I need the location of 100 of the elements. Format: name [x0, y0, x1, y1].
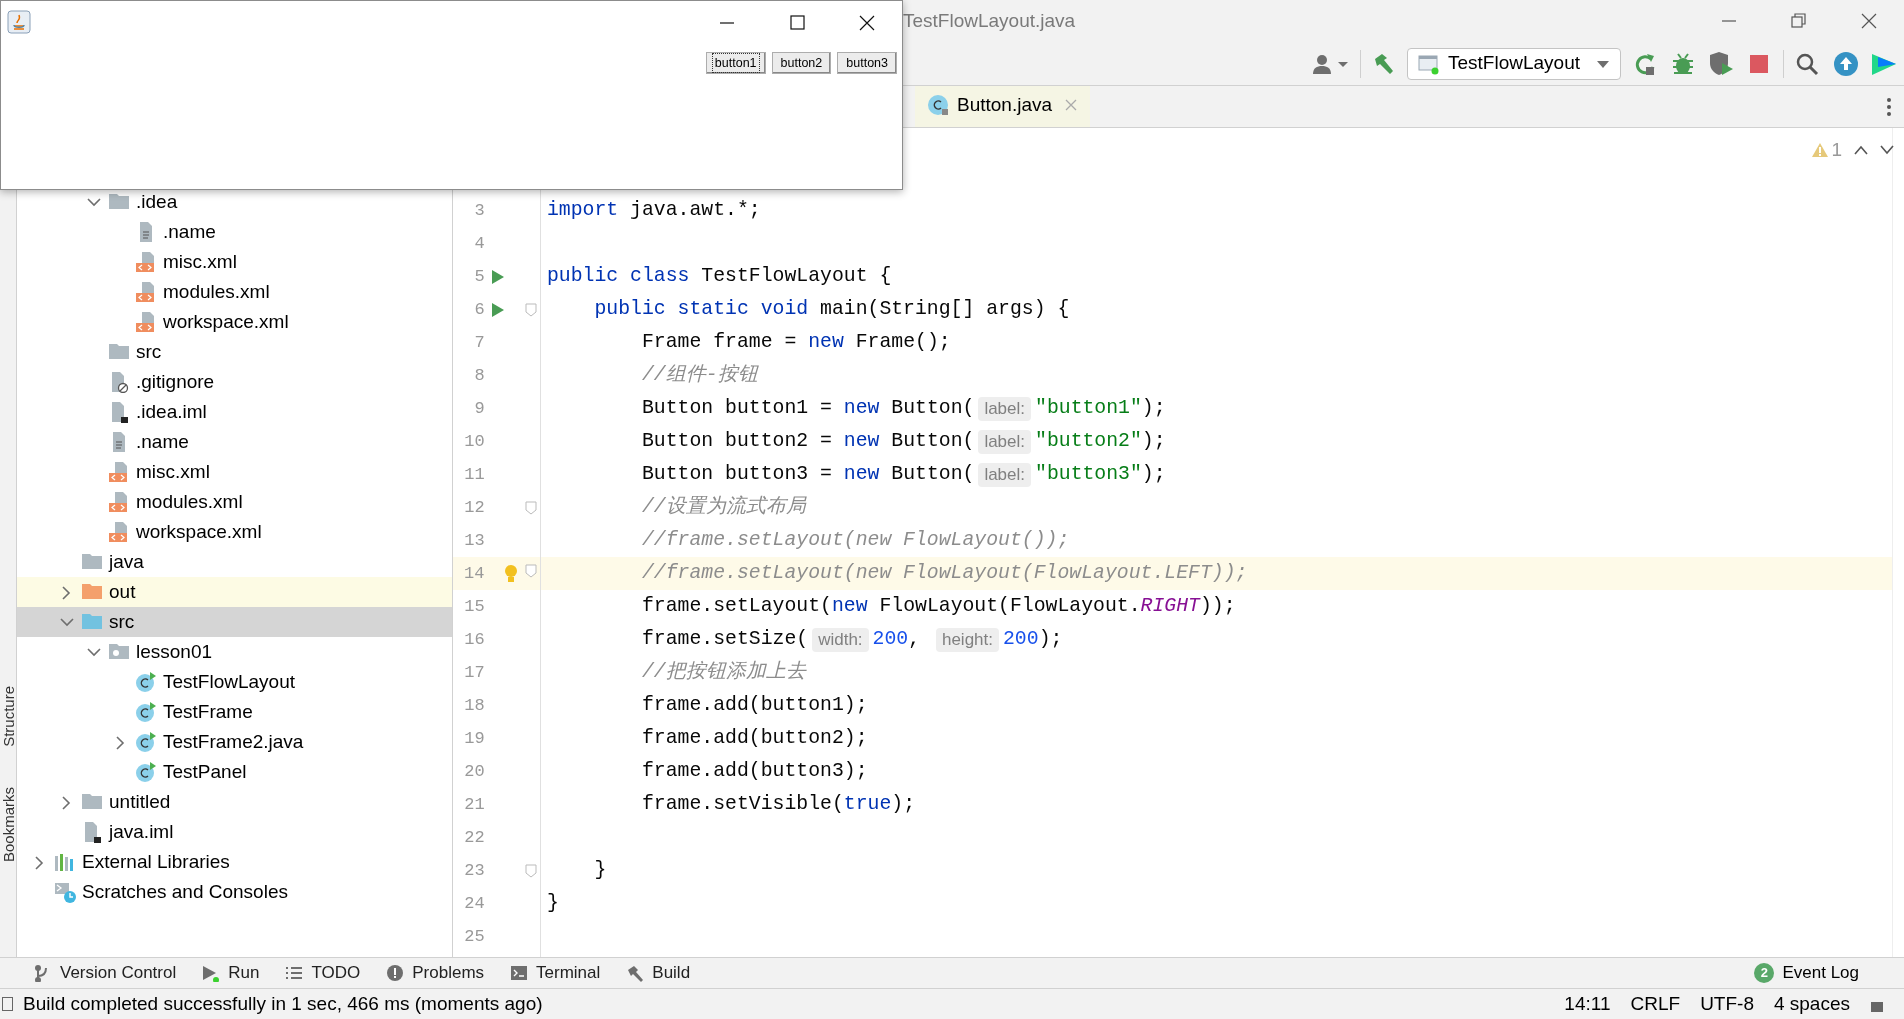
tool-window-tab[interactable]: Bookmarks — [0, 786, 16, 862]
class-icon — [135, 701, 157, 723]
class-icon — [135, 671, 157, 693]
run-icon[interactable] — [491, 268, 506, 285]
coverage-icon[interactable] — [1707, 50, 1735, 77]
status-item[interactable]: CRLF — [1630, 989, 1681, 1019]
panel-toggle-icon[interactable] — [2, 997, 13, 1011]
awt-button[interactable]: button3 — [837, 52, 897, 74]
code-line: Button button3 = new Button( label: "button3"); — [640, 461, 1167, 489]
close-icon[interactable] — [1064, 98, 1079, 112]
line-number: 16 — [463, 628, 485, 651]
line-number: 18 — [463, 694, 485, 717]
line-number: 10 — [463, 430, 485, 453]
code-line: Button button1 = new Button( label: "button1"); — [640, 395, 1167, 423]
code-line: Frame frame = new Frame(); — [640, 329, 952, 355]
list-icon — [285, 964, 304, 982]
line-number: 7 — [473, 331, 485, 354]
line-number: 22 — [463, 826, 485, 849]
status-message: Build completed successfully in 1 sec, 466 ms (moments ago) — [23, 991, 543, 1016]
parameter-hint: label: — [978, 396, 1031, 421]
code-line: //设置为流式布局 — [640, 494, 808, 520]
code-line: frame.add(button1); — [640, 692, 869, 718]
line-number: 12 — [463, 496, 485, 519]
tree-item[interactable]: src — [17, 607, 452, 637]
line-number: 23 — [463, 859, 485, 882]
line-number: 17 — [463, 661, 485, 684]
warning-count: 1 — [1831, 138, 1842, 162]
line-number: 8 — [473, 364, 485, 387]
line-number: 9 — [473, 397, 485, 420]
code-line: frame.add(button2); — [640, 725, 869, 751]
line-number: 5 — [473, 265, 485, 288]
line-number: 11 — [463, 463, 485, 486]
terminal-icon — [510, 964, 529, 982]
scratches-icon — [54, 881, 76, 903]
run-icon — [202, 964, 221, 982]
parameter-hint: label: — [978, 462, 1031, 487]
line-number: 14 — [463, 562, 485, 585]
awt-button[interactable]: button2 — [771, 52, 832, 74]
code-line: } — [593, 857, 608, 883]
class-icon — [135, 731, 157, 753]
line-number: 4 — [473, 232, 485, 255]
code-line: //组件-按钮 — [640, 362, 760, 388]
status-item[interactable]: 4 spaces — [1773, 989, 1850, 1019]
code-line: frame.add(button3); — [640, 758, 869, 784]
line-number: 25 — [463, 925, 485, 948]
tool-window-button[interactable]: Version Control — [34, 960, 177, 986]
class-icon — [927, 94, 949, 116]
status-item[interactable]: 14:11 — [1564, 989, 1611, 1019]
notification-badge: 2 — [1754, 963, 1775, 983]
line-number: 3 — [473, 199, 485, 222]
tool-window-button[interactable]: Terminal — [510, 960, 601, 986]
xml-file-icon — [108, 461, 130, 483]
tree-item[interactable]: out — [17, 577, 452, 607]
caret-icon — [1596, 58, 1610, 69]
run-icon[interactable] — [491, 301, 506, 318]
line-number: 13 — [463, 529, 485, 552]
line-number: 24 — [463, 892, 485, 915]
code-line: frame.setLayout(new FlowLayout(FlowLayout.RIGHT)); — [640, 593, 1237, 619]
tool-window-button[interactable]: Build — [626, 960, 691, 986]
code-line: //把按钮添加上去 — [640, 659, 808, 685]
tool-window-button[interactable]: TODO — [285, 960, 361, 986]
code-line: public static void main(String[] args) { — [593, 296, 1071, 322]
tool-window-button[interactable]: Run — [202, 960, 260, 986]
class-icon — [135, 761, 157, 783]
line-number: 21 — [463, 793, 485, 816]
libraries-icon — [54, 851, 76, 873]
awt-button[interactable]: button1 — [705, 52, 766, 74]
run-configuration-dropdown[interactable]: TestFlowLayout — [1407, 47, 1621, 80]
xml-file-icon — [108, 491, 130, 513]
status-item[interactable]: UTF-8 — [1700, 989, 1754, 1019]
chevron-down-icon[interactable] — [1880, 145, 1894, 156]
window-title: TestFlowLayout.java — [903, 8, 1076, 33]
hammer-icon — [626, 964, 645, 982]
tool-window-button[interactable]: Problems — [386, 960, 485, 986]
parameter-hint: height: — [935, 627, 999, 652]
code-line: public class TestFlowLayout { — [546, 263, 893, 289]
editor-tab[interactable]: Button.java — [915, 86, 1091, 127]
java-icon — [7, 10, 31, 34]
event-log-button[interactable]: 2 Event Log — [1754, 960, 1859, 986]
parameter-hint: width: — [812, 627, 869, 652]
code-line: Button button2 = new Button( label: "button2"); — [640, 428, 1167, 456]
chevron-up-icon[interactable] — [1854, 145, 1868, 156]
xml-file-icon — [108, 521, 130, 543]
line-number: 20 — [463, 760, 485, 783]
code-line: frame.setVisible(true); — [640, 791, 916, 817]
exclamation-icon — [386, 964, 405, 982]
application-icon — [1418, 52, 1440, 75]
code-line: } — [546, 890, 560, 916]
upload-icon[interactable] — [1832, 50, 1860, 77]
line-number: 15 — [463, 595, 485, 618]
line-number: 6 — [473, 298, 485, 321]
xml-file-icon — [135, 281, 157, 303]
line-number: 19 — [463, 727, 485, 750]
xml-file-icon — [135, 311, 157, 333]
parameter-hint: label: — [978, 429, 1031, 454]
more-icon[interactable] — [1886, 96, 1892, 117]
tool-window-tab[interactable]: Structure — [0, 686, 16, 747]
code-line: frame.setSize( width: 200, height: 200); — [640, 626, 1064, 654]
code-line: //frame.setLayout(new FlowLayout()); — [640, 527, 1071, 553]
xml-file-icon — [135, 251, 157, 273]
